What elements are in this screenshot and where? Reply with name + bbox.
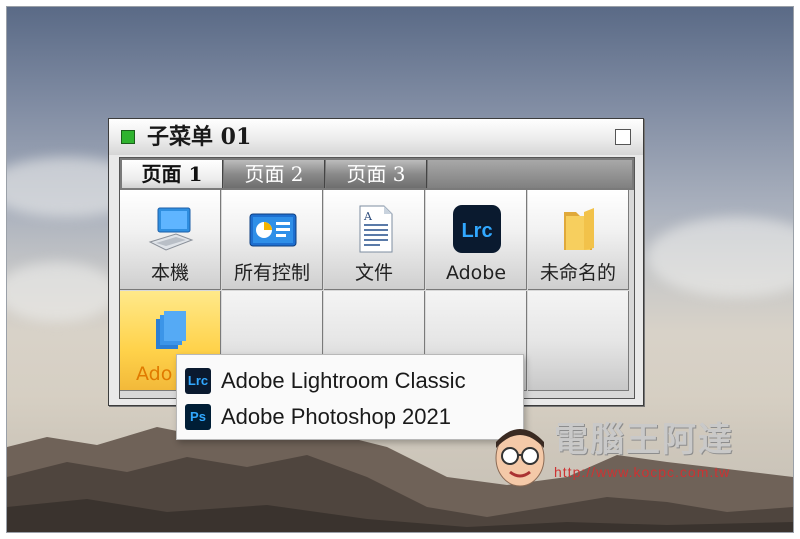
context-popup-menu: Lrc Adobe Lightroom Classic Ps Adobe Pho… [176, 354, 524, 440]
window-titlebar[interactable]: 子菜单 01 [109, 119, 643, 155]
menu-item-photoshop[interactable]: Ps Adobe Photoshop 2021 [185, 399, 515, 435]
photoshop-icon: Ps [185, 404, 211, 430]
window-color-square-icon [121, 130, 135, 144]
tab-page-2[interactable]: 页面 2 [224, 160, 325, 188]
window-maximize-button[interactable] [615, 129, 631, 145]
tab-page-3[interactable]: 页面 3 [326, 160, 427, 188]
window-title: 子菜单 01 [147, 124, 252, 150]
document-icon: A [359, 205, 393, 253]
stack-icon [156, 311, 186, 349]
mascot-face-icon [495, 429, 545, 487]
watermark-brand: 電腦王阿達 [554, 420, 734, 460]
grid-item-adobe[interactable]: Lrc Adobe [426, 190, 527, 290]
site-watermark: 電腦王阿達 http://www.kocpc.com.tw [488, 420, 758, 500]
watermark-url: http://www.kocpc.com.tw [554, 464, 731, 480]
tab-bar-empty [428, 160, 632, 188]
grid-item-control-panel[interactable]: 所有控制 [222, 190, 323, 290]
grid-item-label: 所有控制 [233, 262, 310, 284]
tab-bar: 页面 1 页面 2 页面 3 [120, 158, 634, 190]
lightroom-classic-icon: Lrc [185, 368, 211, 394]
menu-item-lightroom-classic[interactable]: Lrc Adobe Lightroom Classic [185, 363, 515, 399]
folder-icon [564, 208, 594, 250]
menu-item-label: Adobe Photoshop 2021 [221, 404, 451, 429]
grid-item-label: 未命名的 [539, 262, 616, 284]
svg-text:A: A [363, 210, 373, 223]
grid-item-this-pc[interactable]: 本機 [120, 190, 221, 290]
grid-item-label: 本機 [150, 262, 189, 284]
menu-item-label: Adobe Lightroom Classic [221, 368, 466, 393]
tab-page-1[interactable]: 页面 1 [122, 160, 223, 188]
grid-item-label: 文件 [354, 262, 393, 284]
grid-item-unnamed[interactable]: 未命名的 [528, 190, 629, 290]
grid-item-label: Adobe [445, 262, 507, 284]
grid-item-documents[interactable]: A 文件 [324, 190, 425, 290]
lightroom-icon: Lrc [453, 205, 501, 253]
computer-icon [148, 207, 194, 251]
grid-item-empty[interactable] [528, 291, 629, 391]
control-panel-icon [249, 213, 297, 247]
svg-text:Lrc: Lrc [461, 220, 492, 242]
